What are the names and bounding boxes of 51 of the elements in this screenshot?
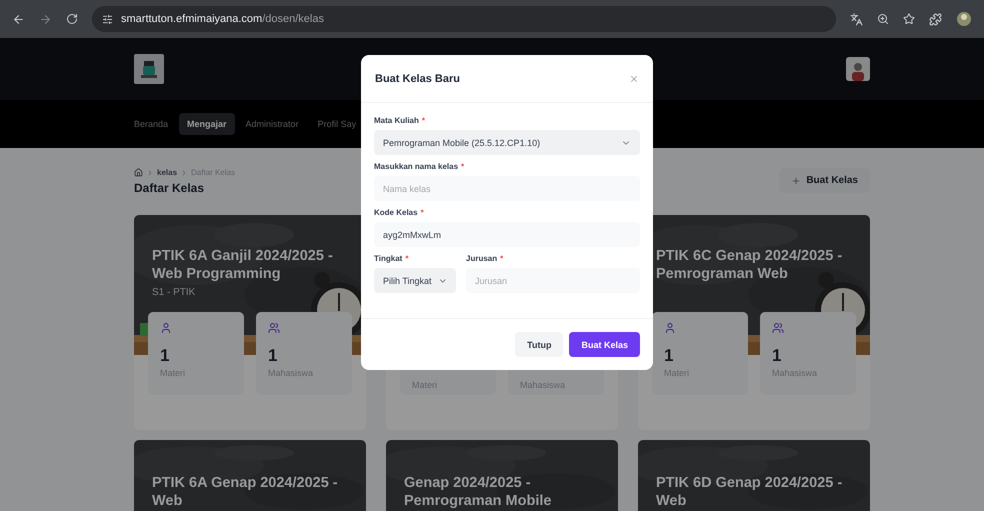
input-field[interactable]: ayg2mMxwLm	[374, 222, 640, 247]
field-label: Masukkan nama kelas *	[374, 162, 466, 171]
modal-title: Buat Kelas Baru	[375, 72, 460, 84]
profile-icon[interactable]	[956, 11, 972, 27]
input-field[interactable]: Jurusan	[466, 268, 640, 293]
class-card[interactable]: PTIK 6A Genap 2024/2025 - Web	[134, 440, 366, 511]
create-class-button[interactable]: Buat Kelas	[779, 168, 870, 193]
translate-icon	[850, 12, 863, 26]
submit-button[interactable]: Buat Kelas	[569, 332, 640, 357]
people-icon	[268, 322, 280, 334]
avatar[interactable]	[846, 57, 870, 81]
class-subtitle: S1 - PTIK	[152, 287, 196, 298]
reload-icon	[66, 13, 78, 25]
class-title: PTIK 6D Genap 2024/2025 - Web	[656, 474, 844, 510]
back-icon	[12, 12, 25, 26]
stat-value: 1	[664, 346, 674, 366]
home-icon	[134, 168, 143, 177]
field-label: Jurusan *	[466, 254, 504, 263]
class-title: PTIK 6A Ganjil 2024/2025 - Web Programming	[152, 247, 334, 283]
page-title: Daftar Kelas	[134, 181, 206, 195]
mascot-icon	[140, 59, 158, 79]
zoom-icon	[877, 13, 889, 25]
logo[interactable]	[134, 54, 164, 84]
select-field[interactable]: Pilih Tingkat	[374, 268, 456, 293]
select-field[interactable]: Pemrograman Mobile (25.5.12.CP1.10)	[374, 130, 640, 155]
class-card[interactable]: PTIK 6D Genap 2024/2025 - Web	[638, 440, 870, 511]
stat-value: 1	[268, 346, 278, 366]
person-icon	[160, 322, 172, 334]
class-title: PTIK 6A Genap 2024/2025 - Web	[152, 474, 339, 510]
star-icon	[903, 13, 915, 25]
input-field[interactable]: Nama kelas	[374, 176, 640, 201]
plus-icon	[791, 176, 802, 186]
field-label: Kode Kelas *	[374, 208, 425, 217]
class-card[interactable]: Genap 2024/2025 - Pemrograman Mobile	[386, 440, 618, 511]
forward-icon	[39, 12, 52, 26]
field-label: Mata Kuliah *	[374, 116, 426, 125]
settings-icon	[102, 14, 113, 24]
breadcrumb-link[interactable]: kelas	[157, 168, 178, 177]
class-title: PTIK 6C Genap 2024/2025 - Pemrograman Web	[656, 247, 844, 283]
person-icon	[664, 322, 676, 334]
address-bar[interactable]: smarttuton.efmimaiyana.com/dosen/kelas	[92, 6, 836, 32]
nav-link[interactable]: Mengajar	[179, 113, 235, 135]
chevron-right-icon	[146, 168, 154, 176]
field-label: Tingkat *	[374, 254, 410, 263]
stat-value: 1	[772, 346, 782, 366]
close-button[interactable]: Tutup	[515, 332, 564, 357]
close-icon[interactable]	[629, 74, 639, 84]
stat-value: 1	[160, 346, 170, 366]
extensions-icon	[929, 12, 942, 26]
class-title: Genap 2024/2025 - Pemrograman Mobile	[404, 474, 552, 510]
people-icon	[772, 322, 784, 334]
